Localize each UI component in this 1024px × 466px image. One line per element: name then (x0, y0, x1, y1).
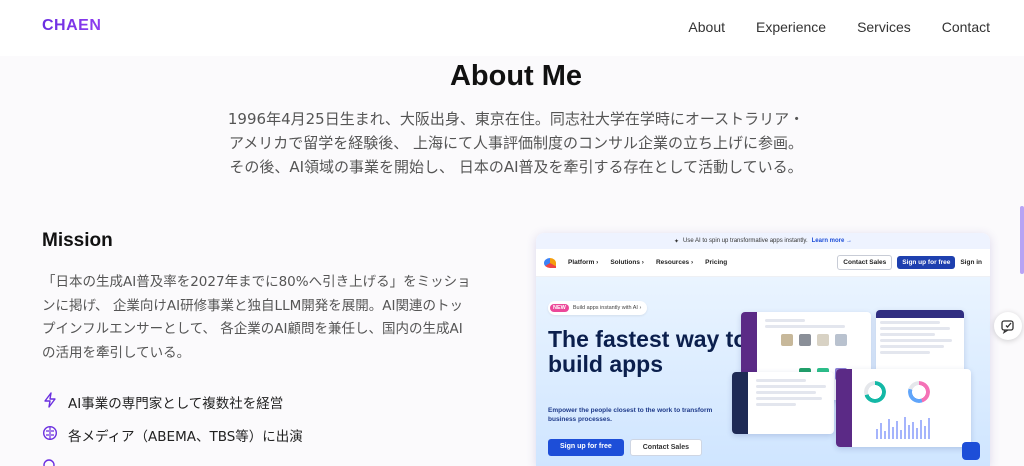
feedback-icon[interactable] (994, 312, 1022, 340)
hero-contact-button: Contact Sales (629, 439, 703, 456)
mock-line (765, 319, 805, 322)
hero-subtitle: Empower the people closest to the work t… (548, 407, 713, 423)
site-header: CHAEN About Experience Services Contact (0, 0, 1024, 56)
brain-icon (42, 425, 58, 445)
mock-line (756, 403, 796, 406)
about-heading: About Me (449, 60, 583, 92)
site-logo[interactable]: CHAEN (42, 17, 101, 35)
hero-title: The fastest way to build apps (548, 326, 748, 377)
about-line: その後、AI領域の事業を開始し、 日本のAI普及を牽引する存在として活動している… (229, 158, 803, 176)
menu-item: Platform › (568, 259, 599, 266)
bullet-text: 各メディア（ABEMA、TBS等）に出演 (68, 428, 303, 445)
mock-line (880, 351, 930, 354)
mock-bar-chart (876, 413, 930, 439)
mock-sidebar (836, 369, 852, 447)
main-nav: About Experience Services Contact (688, 19, 990, 35)
mock-line (756, 391, 816, 394)
mock-line (756, 385, 826, 388)
nav-link-experience[interactable]: Experience (756, 19, 826, 35)
mock-line (756, 379, 806, 382)
screenshot-banner: ✦ Use AI to spin up transformative apps … (536, 233, 990, 249)
chat-icon (962, 442, 980, 460)
contact-sales-button: Contact Sales (837, 255, 893, 270)
banner-link: Learn more → (811, 238, 852, 244)
list-item: AI事業の専門家として複数社を経営 (42, 385, 303, 418)
nav-link-about[interactable]: About (688, 19, 725, 35)
screenshot-nav: Platform › Solutions › Resources › Prici… (536, 249, 990, 277)
mock-app-dashboard (732, 372, 834, 434)
product-logo-icon (544, 257, 556, 268)
new-feature-pill: NEW Build apps instantly with AI › (548, 301, 648, 315)
page-scrollbar[interactable] (1016, 56, 1024, 466)
banner-text: Use AI to spin up transformative apps in… (683, 238, 808, 244)
nav-link-contact[interactable]: Contact (942, 19, 990, 35)
mock-line (880, 327, 950, 330)
list-item: 各メディア（ABEMA、TBS等）に出演 (42, 418, 303, 451)
mock-donut-chart (864, 381, 886, 403)
product-screenshot: ✦ Use AI to spin up transformative apps … (536, 233, 990, 466)
hero-buttons: Sign up for free Contact Sales (548, 439, 703, 456)
mock-sidebar (732, 372, 748, 434)
mock-thumbnail (799, 334, 811, 346)
about-description: 1996年4月25日生まれ、大阪出身、東京在住。同志社大学在学時にオーストラリア… (180, 107, 852, 179)
mock-line (880, 339, 952, 342)
hero-signup-button: Sign up for free (548, 439, 624, 456)
about-line: 1996年4月25日生まれ、大阪出身、東京在住。同志社大学在学時にオーストラリア… (227, 110, 805, 128)
mock-donut-chart (908, 381, 930, 403)
screenshot-hero: NEW Build apps instantly with AI › The f… (536, 277, 990, 466)
mock-line (880, 333, 935, 336)
mission-bullet-list: AI事業の専門家として複数社を経営 各メディア（ABEMA、TBS等）に出演 (42, 385, 303, 451)
new-badge: NEW (550, 304, 569, 312)
mock-line (880, 321, 940, 324)
mission-description: 「日本の生成AI普及率を2027年までに80%へ引き上げる」をミッショ ンに掲げ… (42, 271, 498, 365)
mission-line: 「日本の生成AI普及率を2027年までに80%へ引き上げる」をミッショ (42, 274, 471, 290)
banner-icon: ✦ (673, 238, 680, 245)
nav-link-services[interactable]: Services (857, 19, 911, 35)
signin-link: Sign in (960, 259, 982, 266)
mission-heading: Mission (42, 230, 113, 251)
mission-line: プインフルエンサーとして、 各企業のAI顧問を兼任し、国内の生成AI (42, 321, 463, 337)
mock-thumbnail (817, 334, 829, 346)
menu-item: Solutions › (610, 259, 644, 266)
lightning-icon (42, 391, 58, 412)
mock-thumbnail (781, 334, 793, 346)
pill-text: Build apps instantly with AI › (572, 305, 642, 311)
signup-button: Sign up for free (897, 256, 956, 269)
mission-line: ンに掲げ、 企業向けAI研修事業と独自LLM開発を展開。AI関連のトッ (42, 297, 463, 314)
screenshot-actions: Contact Sales Sign up for free Sign in (837, 255, 982, 270)
mock-line (765, 325, 845, 328)
mock-app-charts (836, 369, 971, 447)
screenshot-menu: Platform › Solutions › Resources › Prici… (568, 259, 727, 266)
mock-thumbnail (835, 334, 847, 346)
bullet-text: AI事業の専門家として複数社を経営 (68, 395, 284, 412)
menu-item: Resources › (655, 259, 694, 266)
about-line: アメリカで留学を経験後、 上海にて人事評価制度のコンサル企業の立ち上げに参画。 (228, 134, 804, 152)
mission-line: の活用を牽引している。 (42, 344, 191, 361)
mock-line (880, 345, 944, 348)
menu-item: Pricing (705, 259, 728, 266)
scrollbar-thumb[interactable] (1020, 206, 1024, 274)
mock-header (876, 310, 964, 318)
partial-bullet-icon (42, 457, 56, 466)
mock-line (756, 397, 822, 400)
